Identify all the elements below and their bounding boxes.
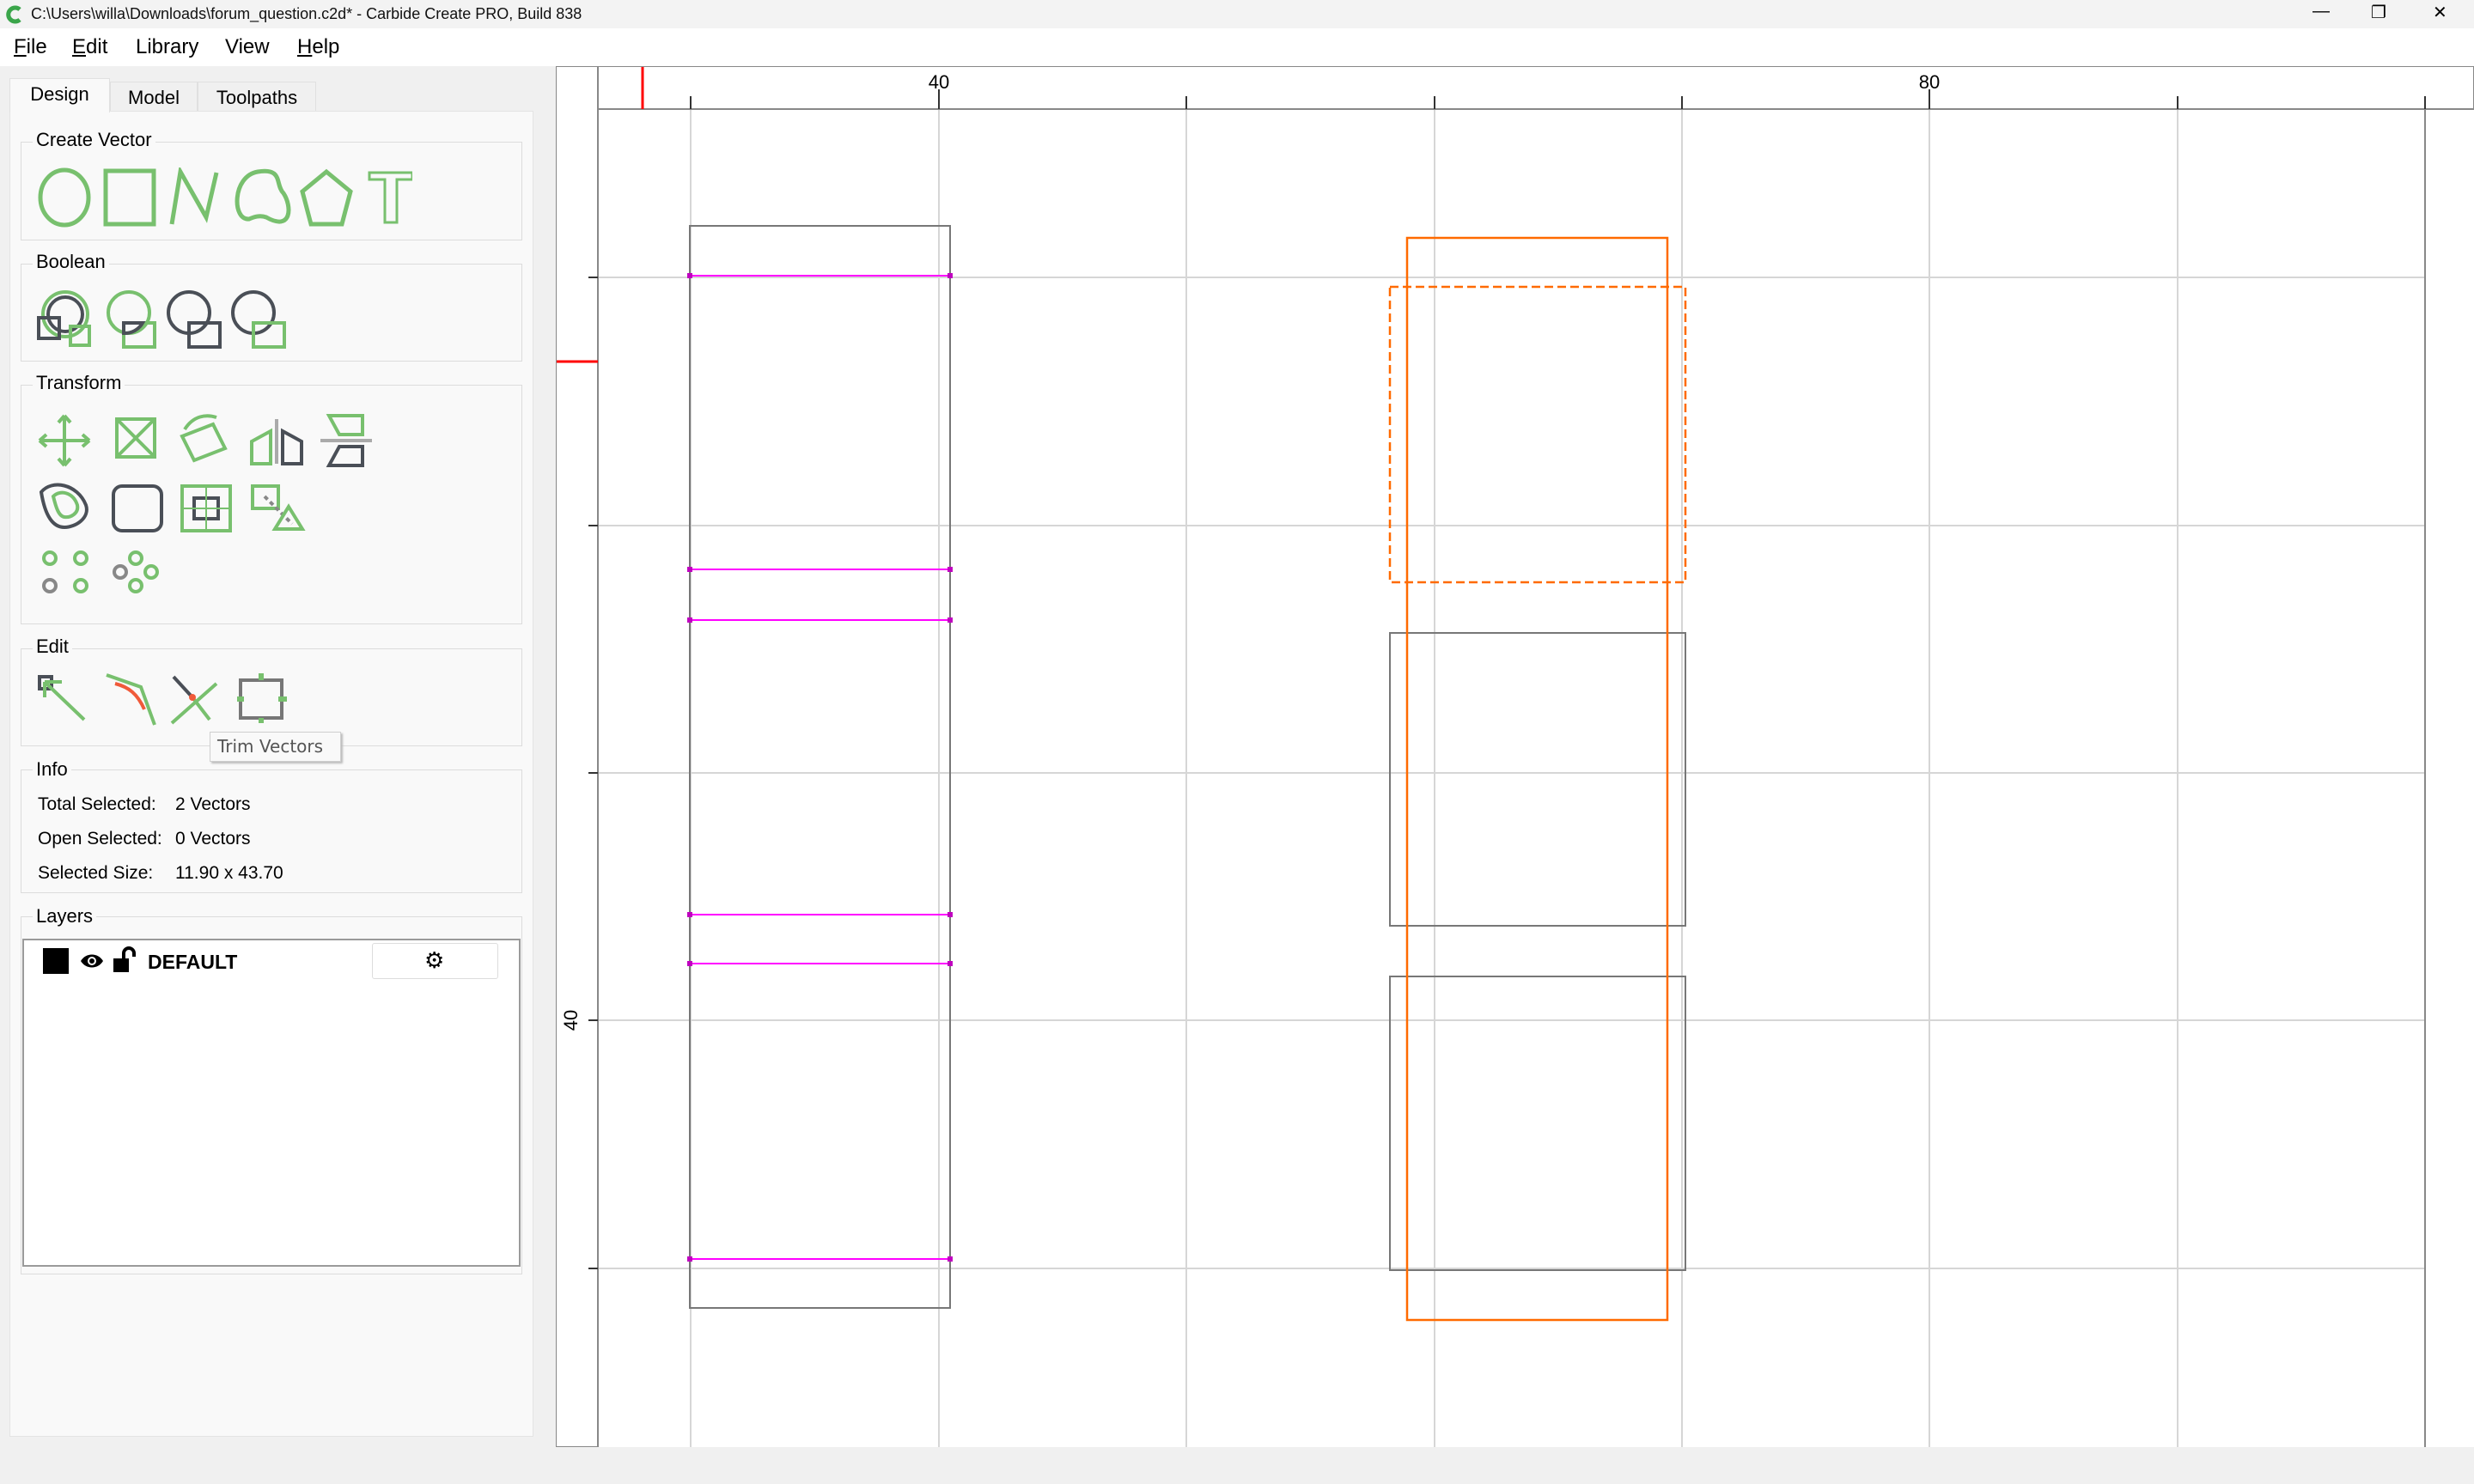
open-selected-value: 0 Vectors [175, 829, 251, 849]
unlock-icon[interactable] [112, 946, 137, 974]
tooltip: Trim Vectors [210, 732, 341, 762]
layer-color-swatch[interactable] [43, 948, 69, 974]
tab-model[interactable]: Model [110, 82, 198, 111]
eye-icon[interactable] [79, 950, 105, 972]
left-ruler[interactable] [556, 66, 598, 1447]
boolean-union-icon[interactable] [39, 292, 89, 345]
scale-icon[interactable] [117, 419, 155, 457]
total-selected-value: 2 Vectors [175, 794, 251, 815]
menu-library[interactable]: Library [136, 35, 198, 59]
menu-file[interactable]: File [14, 35, 47, 59]
join-vectors-icon[interactable] [107, 675, 155, 725]
text-icon[interactable] [369, 173, 412, 222]
node-edit-icon[interactable] [40, 677, 84, 720]
layer-row[interactable]: DEFAULT ⚙ [26, 943, 515, 981]
ruler-ticks [588, 89, 2425, 1268]
ruler-label-x: 80 [1919, 71, 1940, 93]
vector-rectangle[interactable] [690, 226, 950, 1308]
menu-help-mnemonic: H [297, 35, 312, 58]
move-icon[interactable] [40, 416, 89, 465]
layers-list [22, 939, 521, 1267]
ruler-label-y: 40 [560, 1010, 582, 1031]
menu-edit-mnemonic: E [72, 35, 86, 58]
offset-icon[interactable] [41, 485, 87, 527]
top-ruler[interactable] [556, 66, 2474, 109]
boolean-intersect-icon[interactable] [108, 292, 155, 347]
layer-name: DEFAULT [148, 951, 237, 974]
menu-help-label: elp [312, 35, 339, 58]
boolean-subtract-icon[interactable] [168, 292, 220, 347]
menu-edit[interactable]: Edit [72, 35, 107, 59]
tab-design[interactable]: Design [9, 78, 110, 113]
circle-icon[interactable] [40, 170, 88, 225]
flip-icon[interactable] [320, 416, 372, 465]
polygon-icon[interactable] [302, 172, 350, 224]
rotate-icon[interactable] [182, 416, 225, 460]
grid [598, 109, 2425, 1447]
design-canvas[interactable]: 40 80 40 [556, 66, 2474, 1447]
close-button[interactable]: ✕ [2433, 2, 2447, 23]
total-selected-label: Total Selected: [38, 794, 156, 815]
menu-edit-label: dit [86, 35, 107, 58]
selected-size-label: Selected Size: [38, 863, 153, 884]
menu-file-label: ile [27, 35, 47, 58]
open-selected-label: Open Selected: [38, 829, 162, 849]
menu-file-mnemonic: F [14, 35, 27, 58]
grid-array-icon[interactable] [44, 552, 87, 592]
selected-size-value: 11.90 x 43.70 [175, 863, 283, 884]
trim-vectors-icon[interactable] [172, 677, 216, 723]
boolean-label: Boolean [33, 251, 109, 273]
node-lines [687, 273, 953, 1262]
curve-icon[interactable] [237, 171, 289, 222]
create-vector-label: Create Vector [33, 129, 155, 151]
layers-label: Layers [33, 905, 96, 928]
boolean-exclude-icon[interactable] [233, 292, 284, 347]
maximize-button[interactable]: ❐ [2371, 2, 2386, 23]
fillet-icon[interactable] [113, 486, 161, 531]
transform-label: Transform [33, 372, 125, 394]
window-title: C:\Users\willa\Downloads\forum_question.… [31, 5, 582, 23]
app-logo-icon [5, 5, 24, 24]
menu-view[interactable]: View [225, 35, 270, 59]
canvas-svg[interactable]: 40 80 40 [556, 66, 2474, 1447]
minimize-button[interactable]: — [2313, 2, 2330, 21]
title-bar: C:\Users\willa\Downloads\forum_question.… [0, 0, 2474, 28]
bounding-box-icon[interactable] [237, 673, 287, 723]
array-along-path-icon[interactable] [253, 486, 302, 529]
menu-bar: File Edit Library View Help [0, 28, 2474, 66]
rectangle-icon[interactable] [106, 171, 154, 224]
mirror-icon[interactable] [252, 419, 302, 464]
selected-vector-rectangle[interactable] [1407, 238, 1667, 1320]
gear-icon: ⚙ [424, 947, 444, 974]
tab-toolpaths[interactable]: Toolpaths [198, 82, 316, 111]
menu-help[interactable]: Help [297, 35, 339, 59]
circular-array-icon[interactable] [114, 552, 157, 592]
layer-settings-button[interactable]: ⚙ [372, 943, 498, 979]
align-icon[interactable] [182, 486, 230, 531]
ruler-label-x: 40 [929, 71, 949, 93]
status-area [0, 1447, 2474, 1484]
polyline-icon[interactable] [172, 172, 216, 224]
info-label: Info [33, 758, 71, 781]
edit-label: Edit [33, 636, 72, 658]
